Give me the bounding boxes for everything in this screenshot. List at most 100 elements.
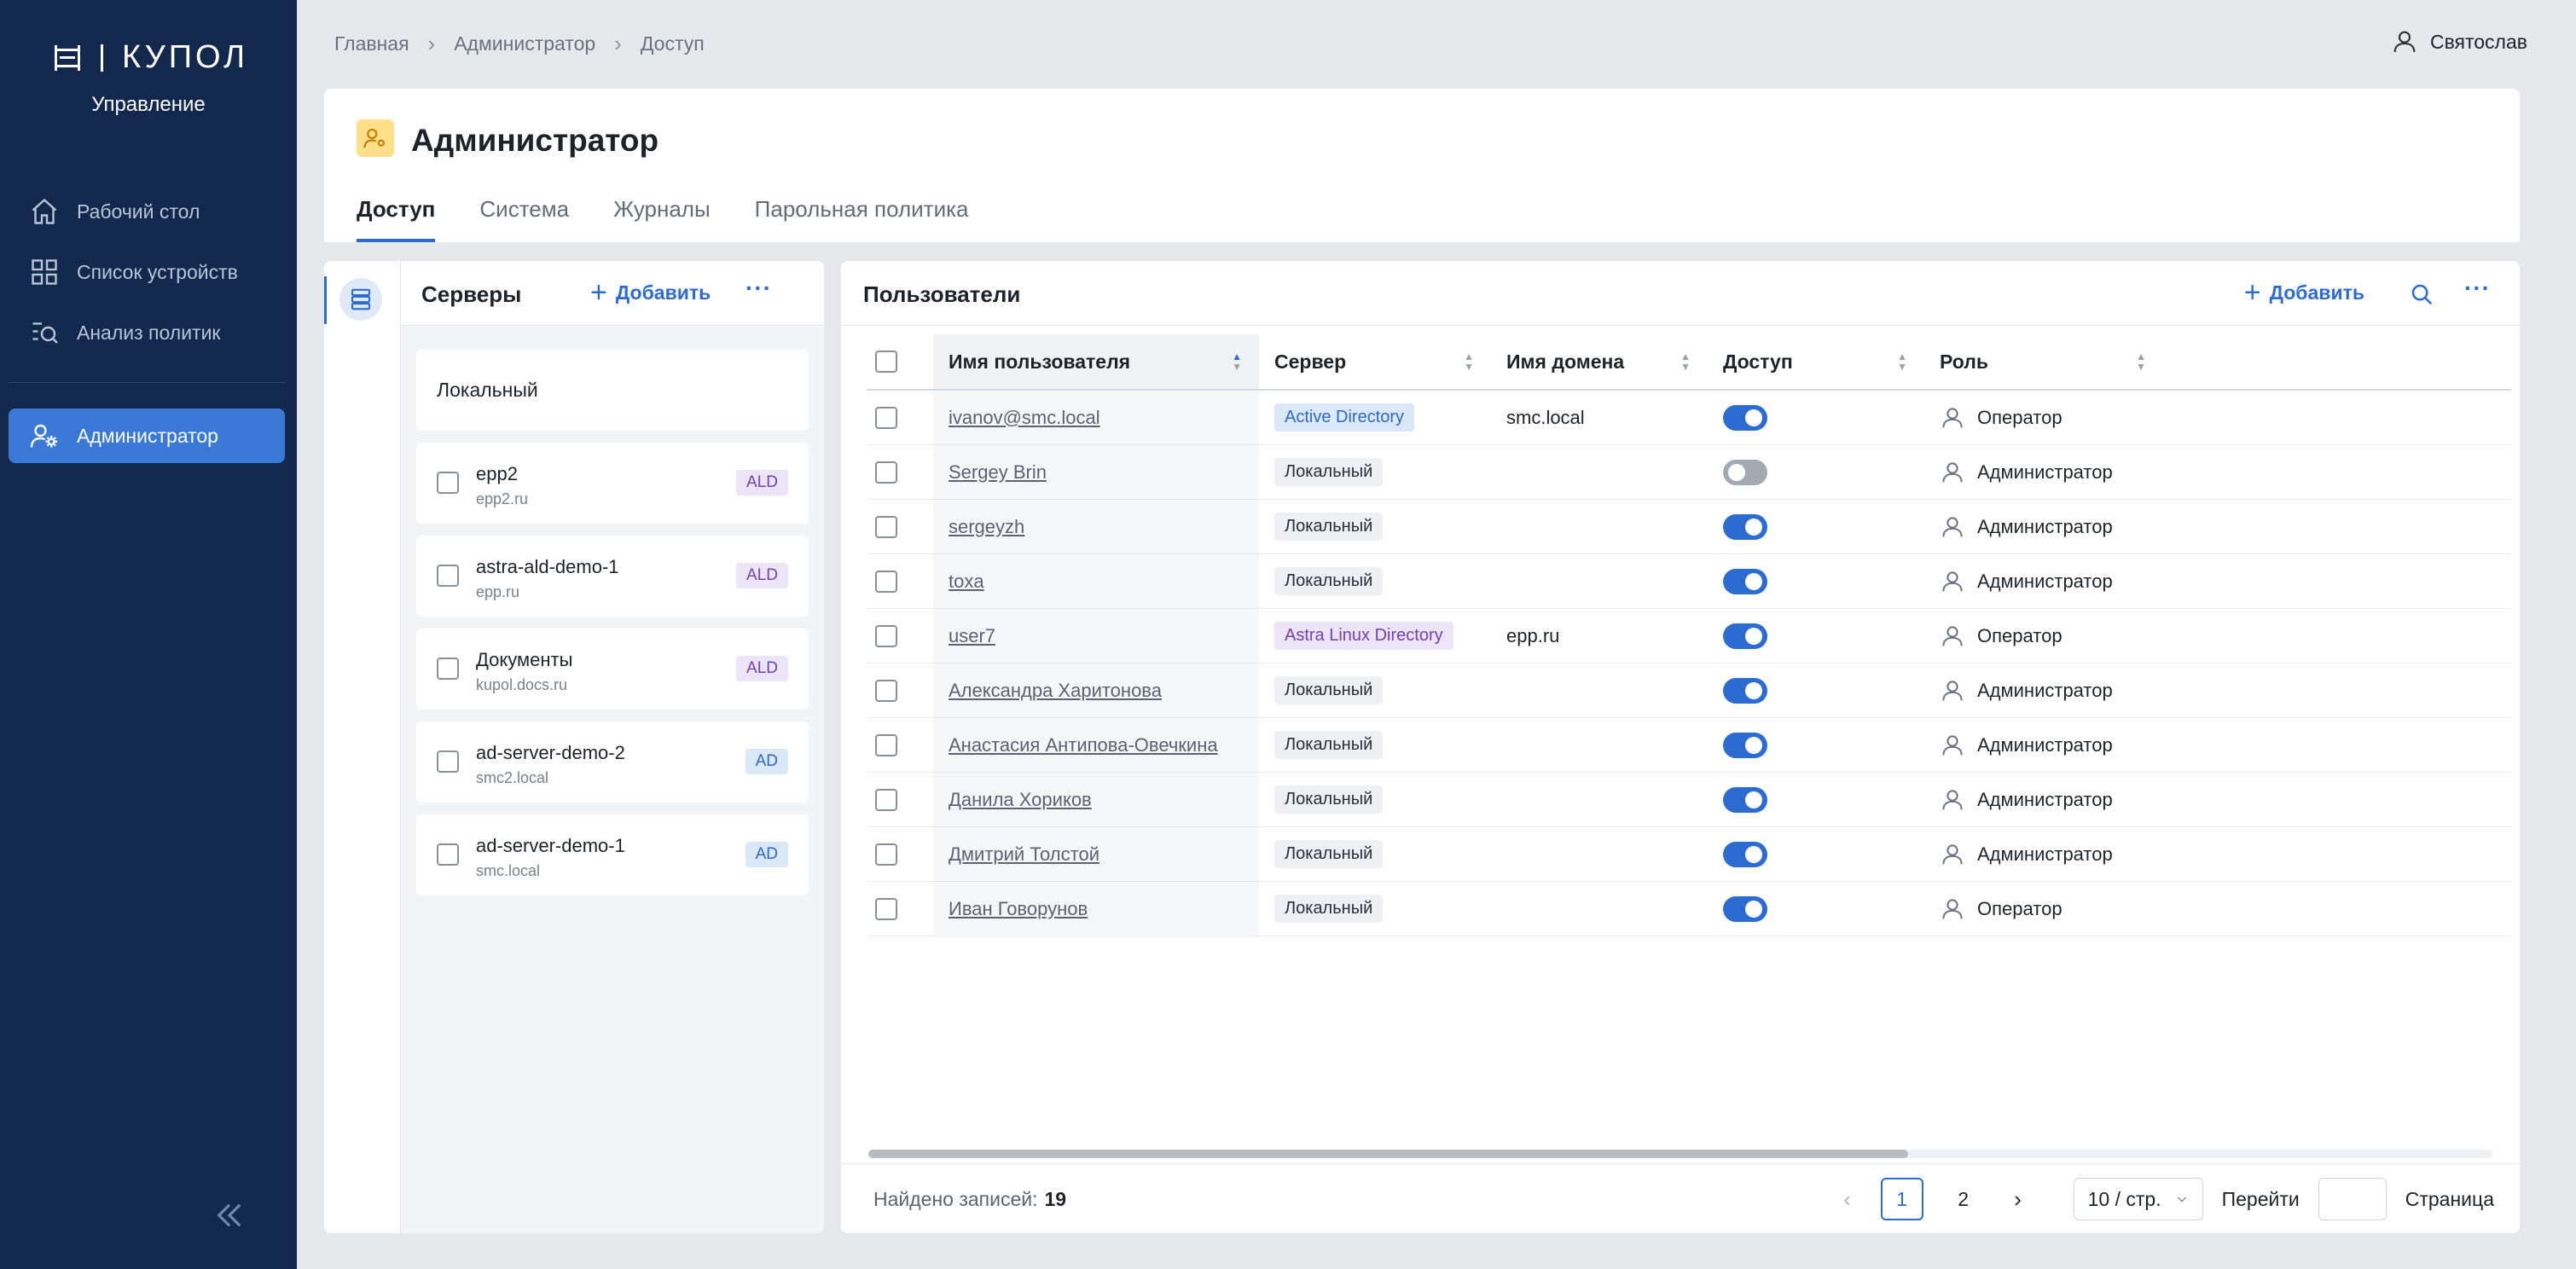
tab-system[interactable]: Система (479, 196, 569, 242)
sort-icon[interactable]: ▲ ▼ (1897, 351, 1907, 372)
column-header-server[interactable]: Сервер ▲ ▼ (1259, 334, 1491, 389)
row-checkbox[interactable] (875, 733, 897, 756)
sort-icon[interactable]: ▲ ▼ (1232, 351, 1242, 372)
access-toggle[interactable] (1723, 404, 1767, 431)
server-item[interactable]: ad-server-demo-1 smc.local AD (416, 814, 809, 895)
nav-item-devices[interactable]: Список устройств (9, 245, 285, 299)
access-toggle[interactable] (1723, 895, 1767, 922)
row-checkbox[interactable] (875, 679, 897, 702)
server-checkbox[interactable] (437, 565, 459, 587)
access-toggle[interactable] (1723, 786, 1767, 813)
tab-password-policy[interactable]: Парольная политика (755, 196, 969, 242)
access-toggle[interactable] (1723, 623, 1767, 649)
username-link[interactable]: ivanov@smc.local (949, 407, 1100, 429)
sort-icon[interactable]: ▲ ▼ (1464, 351, 1474, 372)
scrollbar-thumb[interactable] (868, 1150, 1908, 1158)
username-cell: Данила Хориков (933, 773, 1259, 826)
server-checkbox[interactable] (437, 843, 459, 866)
next-page-icon[interactable]: › (2004, 1186, 2033, 1213)
row-checkbox[interactable] (875, 897, 897, 920)
server-list: Локальный epp2 epp2.ru ALD astra-ald-dem… (401, 326, 824, 1233)
server-checkbox[interactable] (437, 750, 459, 773)
domain-cell (1491, 773, 1708, 826)
table-row: sergeyzh Локальный Администратор (867, 500, 2511, 554)
goto-page-input[interactable] (2318, 1178, 2387, 1220)
servers-more-icon[interactable]: ··· (746, 275, 772, 302)
add-user-button[interactable]: + Добавить (2244, 278, 2364, 307)
breadcrumb-item-admin[interactable]: Администратор (454, 32, 595, 55)
add-server-button[interactable]: + Добавить (590, 278, 711, 307)
logo-mark-icon (53, 43, 82, 72)
row-checkbox[interactable] (875, 788, 897, 811)
server-item[interactable]: Документы kupol.docs.ru ALD (416, 629, 809, 710)
app-subtitle: Управление (91, 93, 206, 116)
column-header-access[interactable]: Доступ ▲ ▼ (1708, 334, 1924, 389)
sort-icon[interactable]: ▲ ▼ (1680, 351, 1691, 372)
row-checkbox[interactable] (875, 570, 897, 593)
column-header-role[interactable]: Роль ▲ ▼ (1924, 334, 2163, 389)
column-header-domain[interactable]: Имя домена ▲ ▼ (1491, 334, 1708, 389)
row-checkbox[interactable] (875, 624, 897, 647)
nav-item-admin[interactable]: Администратор (9, 409, 285, 463)
row-checkbox[interactable] (875, 843, 897, 866)
user-icon (1942, 843, 1963, 864)
server-name: ad-server-demo-2 (476, 742, 625, 763)
prev-page-icon[interactable]: ‹ (1833, 1186, 1862, 1213)
users-more-icon[interactable]: ··· (2464, 275, 2491, 302)
tab-logs[interactable]: Журналы (613, 196, 711, 242)
username-link[interactable]: Иван Говорунов (949, 898, 1088, 920)
username-link[interactable]: sergeyzh (949, 516, 1024, 538)
table-row: Иван Говорунов Локальный Оператор (867, 882, 2511, 936)
breadcrumb-item-home[interactable]: Главная (334, 32, 409, 55)
server-local-label: Локальный (437, 379, 538, 401)
username-link[interactable]: Анастасия Антипова-Овечкина (949, 734, 1218, 756)
access-toggle[interactable] (1723, 459, 1767, 485)
search-icon[interactable] (2409, 281, 2434, 307)
username-link[interactable]: Александра Харитонова (949, 680, 1162, 702)
server-item[interactable]: astra-ald-demo-1 epp.ru ALD (416, 536, 809, 617)
username-link[interactable]: Sergey Brin (949, 461, 1047, 484)
table-row: Анастасия Антипова-Овечкина Локальный Адми… (867, 718, 2511, 773)
page-size-select[interactable]: 10 / стр. (2073, 1178, 2203, 1220)
column-header-username[interactable]: Имя пользователя ▲ ▼ (933, 334, 1259, 389)
server-checkbox[interactable] (437, 658, 459, 680)
access-toggle[interactable] (1723, 677, 1767, 704)
user-icon (1942, 407, 1963, 427)
select-all-checkbox[interactable] (875, 351, 897, 373)
username-link[interactable]: Данила Хориков (949, 789, 1092, 811)
user-menu[interactable]: Святослав (2391, 28, 2527, 55)
role: Оператор (1940, 405, 2063, 431)
username-link[interactable]: Дмитрий Толстой (949, 843, 1099, 866)
access-toggle[interactable] (1723, 841, 1767, 867)
plus-icon: + (2243, 276, 2261, 309)
access-toggle[interactable] (1723, 732, 1767, 758)
row-checkbox-cell (867, 663, 933, 717)
username-link[interactable]: user7 (949, 625, 995, 647)
role-label: Оператор (1977, 406, 2063, 428)
row-checkbox[interactable] (875, 406, 897, 429)
user-icon (1942, 734, 1963, 755)
add-user-label: Добавить (2269, 281, 2364, 304)
server-item[interactable]: ad-server-demo-2 smc2.local AD (416, 721, 809, 803)
plus-icon: + (590, 276, 607, 309)
username-link[interactable]: toxa (949, 571, 984, 593)
access-toggle[interactable] (1723, 568, 1767, 594)
server-item-local[interactable]: Локальный (416, 350, 809, 431)
sort-icon[interactable]: ▲ ▼ (2136, 351, 2146, 372)
role-cell: Оператор (1924, 609, 2163, 663)
page-button-1[interactable]: 1 (1880, 1178, 1923, 1220)
server-rail-button[interactable] (339, 278, 382, 321)
servers-panel: Серверы + Добавить ··· Локальный epp2 ep… (324, 261, 824, 1233)
collapse-sidebar-icon[interactable] (212, 1197, 247, 1233)
row-checkbox[interactable] (875, 461, 897, 484)
row-checkbox[interactable] (875, 515, 897, 538)
tab-access[interactable]: Доступ (357, 196, 436, 242)
nav-item-policy-analysis[interactable]: Анализ политик (9, 305, 285, 360)
role-label: Администратор (1977, 570, 2113, 592)
access-toggle[interactable] (1723, 513, 1767, 540)
server-item[interactable]: epp2 epp2.ru ALD (416, 443, 809, 524)
horizontal-scrollbar[interactable] (868, 1150, 2492, 1158)
page-button-2[interactable]: 2 (1942, 1178, 1985, 1220)
server-checkbox[interactable] (437, 472, 459, 494)
nav-item-desktop[interactable]: Рабочий стол (9, 184, 285, 239)
